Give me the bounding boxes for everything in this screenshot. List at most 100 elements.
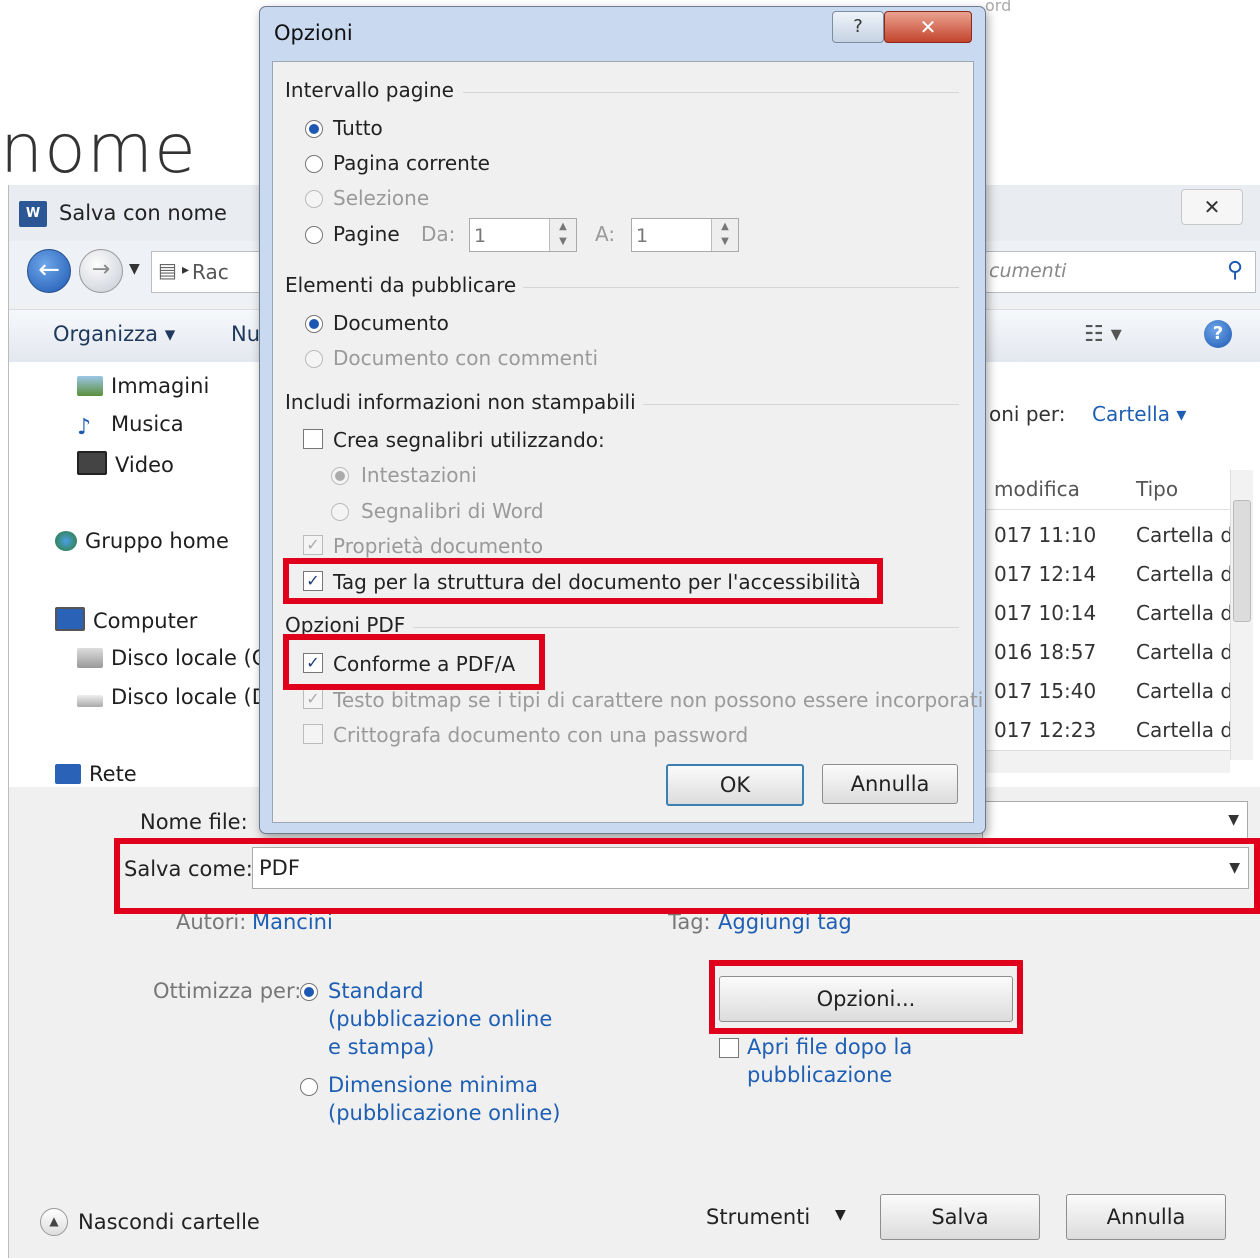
sidebar-item-computer[interactable]: Computer — [55, 607, 197, 633]
publish-comments-label: Documento con commenti — [333, 346, 599, 370]
horizontal-scrollbar[interactable] — [975, 750, 1230, 773]
sidebar-item-music[interactable]: ♪ Musica — [77, 412, 184, 440]
chevron-down-icon[interactable]: ▼ — [835, 1207, 846, 1223]
close-icon[interactable]: ✕ — [1181, 189, 1243, 225]
view-options-icon[interactable]: ☷ ▾ — [1084, 322, 1122, 347]
sidebar-item-network[interactable]: Rete — [55, 762, 137, 786]
vertical-scrollbar[interactable] — [1230, 470, 1253, 760]
open-after-checkbox[interactable] — [719, 1038, 739, 1058]
new-folder-button[interactable]: Nu — [231, 322, 260, 346]
optimize-standard-label[interactable]: Standard — [328, 979, 424, 1003]
range-current-label[interactable]: Pagina corrente — [333, 151, 490, 175]
range-pages-label[interactable]: Pagine — [333, 222, 400, 246]
from-page-value: 1 — [474, 225, 487, 247]
column-header-row: modifica Tipo — [984, 465, 1244, 510]
sidebar-item-label: Gruppo home — [85, 529, 229, 553]
hide-folders-button[interactable]: Nascondi cartelle — [78, 1210, 260, 1234]
range-all-radio[interactable] — [305, 120, 323, 138]
sidebar-item-drive-d[interactable]: Disco locale (D — [77, 685, 268, 709]
optimize-label: Ottimizza per: — [153, 979, 302, 1003]
highlight-options-button — [709, 960, 1023, 1034]
table-row[interactable]: 016 18:57 Cartella d — [984, 632, 1234, 671]
cancel-button[interactable]: Annulla — [822, 764, 958, 804]
stepper-arrows-icon[interactable]: ▲ ▼ — [711, 219, 738, 251]
highlight-pdfa — [283, 634, 545, 690]
ok-button[interactable]: OK — [666, 764, 804, 806]
address-bar[interactable]: ▤ ▸ Rac — [151, 251, 273, 293]
pictures-icon — [77, 376, 103, 396]
search-input[interactable]: cumenti ⚲ — [984, 251, 1256, 293]
organize-button[interactable]: Organizza ▾ — [53, 322, 175, 346]
bookmarks-label[interactable]: Crea segnalibri utilizzando: — [333, 428, 605, 452]
range-all-label[interactable]: Tutto — [333, 116, 383, 140]
to-page-stepper[interactable]: 1 ▲ ▼ — [631, 218, 739, 252]
sidebar-item-pictures[interactable]: Immagini — [77, 374, 209, 398]
scrollbar-thumb[interactable] — [1233, 500, 1251, 622]
optimize-minimum-radio[interactable] — [300, 1078, 318, 1096]
help-icon[interactable]: ? — [832, 11, 884, 43]
save-button[interactable]: Salva — [880, 1194, 1040, 1240]
table-row[interactable]: 017 10:14 Cartella d — [984, 593, 1234, 632]
arrange-by-dropdown[interactable]: Cartella ▾ — [1092, 402, 1186, 426]
properties-checkbox: ✓ — [303, 535, 323, 555]
sidebar-item-video[interactable]: Video — [77, 451, 174, 477]
tools-button[interactable]: Strumenti — [706, 1205, 810, 1229]
to-page-value: 1 — [636, 225, 649, 247]
word-bookmarks-radio — [331, 503, 349, 521]
column-header-modified[interactable]: modifica — [994, 477, 1080, 501]
range-current-radio[interactable] — [305, 155, 323, 173]
table-row[interactable]: 017 12:14 Cartella d — [984, 554, 1234, 593]
video-icon — [77, 451, 107, 475]
optimize-standard-label[interactable]: e stampa) — [328, 1035, 435, 1059]
range-selection-radio — [305, 190, 323, 208]
optimize-standard-radio[interactable] — [300, 983, 318, 1001]
filename-input[interactable]: ▼ — [982, 801, 1248, 839]
table-row[interactable]: 017 15:40 Cartella d — [984, 671, 1234, 710]
row-date: 017 12:23 — [994, 718, 1097, 742]
cancel-button[interactable]: Annulla — [1066, 1194, 1226, 1240]
encrypt-checkbox — [303, 724, 323, 744]
publish-document-radio[interactable] — [305, 315, 323, 333]
column-header-type[interactable]: Tipo — [1136, 477, 1178, 501]
drive-icon — [77, 695, 103, 707]
sidebar-item-label: Immagini — [111, 374, 210, 398]
from-page-stepper[interactable]: 1 ▲ ▼ — [469, 218, 577, 252]
table-row[interactable]: 017 12:23 Cartella d — [984, 710, 1234, 749]
encrypt-label: Crittografa documento con una password — [333, 723, 749, 747]
sidebar-item-label: Rete — [89, 762, 137, 786]
forward-arrow-icon[interactable]: → — [79, 249, 123, 293]
sidebar-item-label: Disco locale (C — [111, 646, 267, 670]
chevron-up-icon[interactable]: ▲ — [40, 1208, 68, 1236]
bitmap-checkbox: ✓ — [303, 689, 323, 709]
history-dropdown-icon[interactable]: ▼ — [129, 261, 140, 277]
optimize-standard-label[interactable]: (pubblicazione online — [328, 1007, 552, 1031]
open-after-label[interactable]: pubblicazione — [747, 1063, 892, 1087]
divider — [643, 404, 959, 405]
back-arrow-icon[interactable]: ← — [27, 249, 71, 293]
backstage-fragment: ord — [985, 0, 1012, 15]
range-pages-radio[interactable] — [305, 226, 323, 244]
help-icon[interactable]: ? — [1204, 320, 1232, 348]
sidebar-item-label: Musica — [111, 412, 184, 436]
stepper-arrows-icon[interactable]: ▲ ▼ — [549, 219, 576, 251]
sidebar-item-drive-c[interactable]: Disco locale (C — [77, 646, 266, 670]
divider — [413, 627, 959, 628]
optimize-minimum-label[interactable]: Dimensione minima — [328, 1073, 538, 1097]
close-icon[interactable]: ✕ — [884, 11, 972, 43]
search-icon[interactable]: ⚲ — [1227, 258, 1243, 283]
row-date: 017 15:40 — [994, 679, 1097, 703]
table-row[interactable]: 017 11:10 Cartella d — [984, 515, 1234, 554]
bookmarks-checkbox[interactable] — [303, 429, 323, 449]
chevron-down-icon[interactable]: ▼ — [1228, 812, 1239, 828]
row-type: Cartella d — [1136, 523, 1234, 547]
open-after-label[interactable]: Apri file dopo la — [747, 1035, 912, 1059]
divider — [523, 287, 959, 288]
sidebar-item-label: Video — [115, 453, 174, 477]
page-range-header: Intervallo pagine — [285, 78, 454, 102]
optimize-minimum-label[interactable]: (pubblicazione online) — [328, 1101, 560, 1125]
publish-document-label[interactable]: Documento — [333, 311, 449, 335]
word-app-icon: W — [19, 201, 47, 227]
row-type: Cartella d — [1136, 718, 1234, 742]
drive-icon — [77, 648, 103, 668]
sidebar-item-homegroup[interactable]: Gruppo home — [55, 529, 229, 553]
